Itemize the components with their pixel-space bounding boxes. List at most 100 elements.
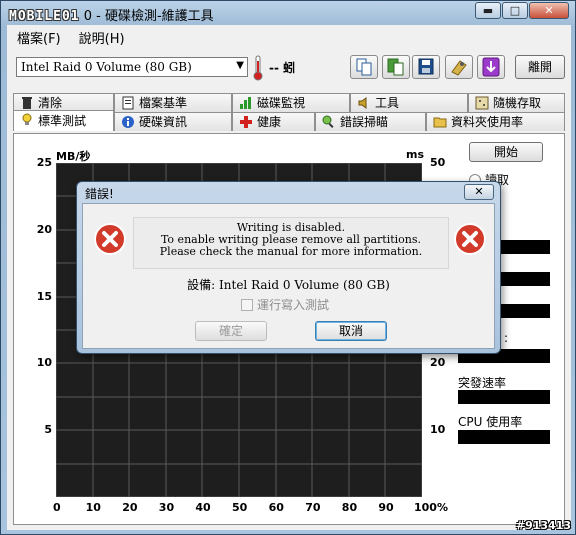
tab-label: 標準測試 bbox=[38, 113, 87, 128]
menu-help[interactable]: 說明(H) bbox=[79, 28, 125, 47]
tab-health[interactable]: 健康 bbox=[232, 112, 315, 131]
window-controls: ▬ □ ✕ bbox=[475, 2, 569, 19]
x-tick-label: 40 bbox=[195, 501, 211, 514]
error-icon bbox=[454, 223, 486, 255]
y-tick-label-left: 20 bbox=[36, 222, 52, 236]
thermometer-icon bbox=[253, 55, 263, 81]
dialog-body: Writing is disabled. To enable writing p… bbox=[82, 203, 495, 349]
x-tick-label: 60 bbox=[268, 501, 284, 514]
write-test-label: 運行寫入測試 bbox=[257, 298, 330, 312]
menu-bar: 檔案(F) 說明(H) bbox=[7, 25, 571, 47]
minimize-button[interactable]: ▬ bbox=[475, 2, 501, 19]
tab-folder-usage[interactable]: 資料夾使用率 bbox=[426, 112, 565, 131]
folder-icon bbox=[433, 117, 447, 128]
tab-label: 清除 bbox=[38, 95, 63, 110]
download-icon bbox=[482, 57, 500, 77]
tab-label: 資料夾使用率 bbox=[451, 114, 524, 129]
y-tick-label-right: 20 bbox=[430, 356, 446, 370]
temperature-readout: -- 蚓 bbox=[269, 61, 296, 75]
x-tick-label: 50 bbox=[232, 501, 248, 514]
tab-error-scan[interactable]: 錯誤掃瞄 bbox=[315, 112, 426, 131]
cancel-button[interactable]: 取消 bbox=[315, 321, 387, 341]
tab-file-benchmark[interactable]: 檔案基準 bbox=[114, 93, 232, 112]
clipboard-icon bbox=[387, 58, 404, 76]
tab-label: 錯誤掃瞄 bbox=[340, 114, 389, 129]
error-message-line: Please check the manual for more informa… bbox=[159, 245, 423, 258]
save-button[interactable] bbox=[412, 55, 440, 79]
tab-disk-info[interactable]: 硬碟資訊 bbox=[114, 112, 232, 131]
file-benchmark-icon bbox=[122, 96, 134, 110]
burst-rate-field bbox=[458, 390, 550, 404]
tab-tools[interactable]: 工具 bbox=[350, 93, 468, 112]
start-button[interactable]: 開始 bbox=[469, 142, 543, 162]
mobile01-logo: MOBILE01 bbox=[9, 9, 80, 24]
title-bar[interactable]: MOBILE01 0 - 硬碟檢測-維護工具 ▬ □ ✕ bbox=[1, 1, 575, 25]
toolbar: Intel Raid 0 Volume (80 GB) ▼ -- 蚓 離開 bbox=[7, 47, 571, 89]
drive-select[interactable]: Intel Raid 0 Volume (80 GB) ▼ bbox=[16, 57, 248, 77]
app-window: MOBILE01 0 - 硬碟檢測-維護工具 ▬ □ ✕ 檔案(F) 說明(H)… bbox=[0, 0, 576, 535]
cpu-usage-label: CPU 使用率 bbox=[458, 415, 523, 429]
drive-select-value: Intel Raid 0 Volume (80 GB) bbox=[21, 60, 192, 74]
left-axis-unit: MB/秒 bbox=[56, 150, 91, 163]
copy-text-button[interactable] bbox=[382, 55, 410, 79]
device-info: 設備: Intel Raid 0 Volume (80 GB) bbox=[187, 278, 390, 292]
copy-icon bbox=[356, 58, 372, 76]
tab-label: 檔案基準 bbox=[139, 95, 188, 110]
tab-label: 磁碟監視 bbox=[257, 95, 306, 110]
watermark: #913413 bbox=[515, 519, 571, 532]
y-tick-label-right: 10 bbox=[430, 423, 446, 437]
y-tick-label-left: 10 bbox=[36, 356, 52, 370]
tab-label: 硬碟資訊 bbox=[139, 114, 188, 129]
magnifier-icon bbox=[322, 115, 334, 128]
window-title-text: 0 - 硬碟檢測-維護工具 bbox=[83, 9, 214, 24]
burst-rate-label: 突發速率 bbox=[458, 376, 507, 390]
trash-icon bbox=[22, 97, 32, 109]
maximize-button[interactable]: □ bbox=[502, 2, 528, 19]
y-tick-label-left: 15 bbox=[36, 289, 52, 303]
options-icon bbox=[451, 60, 467, 76]
dialog-close-button[interactable]: ✕ bbox=[464, 184, 494, 200]
chevron-down-icon: ▼ bbox=[236, 60, 244, 71]
x-tick-label: 80 bbox=[341, 501, 358, 514]
tab-benchmark[interactable]: 標準測試 bbox=[13, 110, 114, 131]
ok-button: 確定 bbox=[195, 321, 267, 341]
x-tick-label: 90 bbox=[378, 501, 394, 514]
info-icon bbox=[122, 116, 134, 128]
access-time-colon: : bbox=[504, 331, 509, 345]
error-message: Writing is disabled. To enable writing p… bbox=[133, 217, 449, 269]
speaker-icon bbox=[358, 97, 367, 109]
y-tick-label-right: 50 bbox=[430, 156, 446, 169]
x-tick-label: 20 bbox=[122, 501, 138, 514]
random-access-icon bbox=[475, 96, 489, 110]
download-button[interactable] bbox=[477, 55, 505, 79]
bar-chart-icon bbox=[240, 97, 251, 109]
exit-button[interactable]: 離開 bbox=[515, 55, 565, 79]
tab-label: 隨機存取 bbox=[493, 95, 542, 110]
error-dialog: 錯誤! ✕ Writing is disabled. To enable wri… bbox=[76, 181, 501, 354]
error-icon bbox=[94, 223, 126, 255]
tab-label: 工具 bbox=[375, 95, 400, 110]
menu-file[interactable]: 檔案(F) bbox=[17, 28, 61, 47]
tab-disk-monitor[interactable]: 磁碟監視 bbox=[232, 93, 350, 112]
options-button[interactable] bbox=[445, 55, 473, 79]
tab-row-bottom: 標準測試 硬碟資訊 健康 錯誤掃瞄 資料夾使用率 bbox=[13, 110, 565, 131]
save-icon bbox=[418, 58, 434, 75]
x-tick-label: 0 bbox=[53, 501, 61, 514]
write-test-option: 運行寫入測試 bbox=[241, 296, 329, 313]
copy-button[interactable] bbox=[350, 55, 378, 79]
dialog-title: 錯誤! bbox=[85, 187, 114, 201]
tab-random-access[interactable]: 隨機存取 bbox=[468, 93, 565, 112]
x-tick-label: 10 bbox=[85, 501, 101, 514]
y-tick-label-left: 25 bbox=[36, 156, 52, 169]
lightbulb-icon bbox=[22, 113, 32, 125]
x-tick-label: 100% bbox=[414, 501, 448, 514]
window-title: MOBILE01 0 - 硬碟檢測-維護工具 bbox=[9, 5, 214, 24]
y-tick-label-left: 5 bbox=[44, 423, 52, 437]
x-tick-label: 70 bbox=[305, 501, 321, 514]
right-axis-unit: ms bbox=[406, 148, 425, 161]
tab-label: 健康 bbox=[257, 114, 282, 129]
health-cross-icon bbox=[240, 116, 252, 128]
x-tick-label: 30 bbox=[158, 501, 175, 514]
close-button[interactable]: ✕ bbox=[529, 2, 569, 19]
write-test-checkbox bbox=[241, 298, 253, 311]
